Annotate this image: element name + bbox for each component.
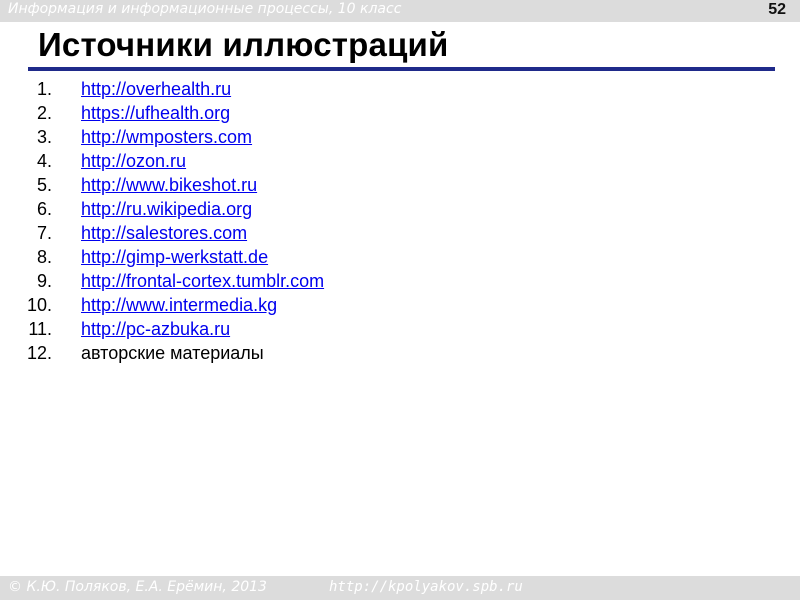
source-link[interactable]: http://wmposters.com (81, 125, 252, 149)
header-band: Информация и информационные процессы, 10… (0, 0, 800, 22)
list-item-number: 6. (36, 199, 52, 219)
list-item-number: 3. (36, 127, 52, 147)
source-text: авторские материалы (81, 343, 264, 363)
source-link[interactable]: http://salestores.com (81, 221, 247, 245)
footer-band: © К.Ю. Поляков, Е.А. Ерёмин, 2013 http:/… (0, 576, 800, 600)
title-underline (28, 67, 775, 71)
list-item-number: 12. (26, 343, 52, 363)
source-link[interactable]: http://gimp-werkstatt.de (81, 245, 268, 269)
page-number: 52 (768, 1, 786, 18)
footer-url[interactable]: http://kpolyakov.spb.ru (329, 579, 523, 595)
list-item-number: 7. (36, 223, 52, 243)
list-item-number: 8. (36, 247, 52, 267)
source-link[interactable]: http://www.bikeshot.ru (81, 173, 257, 197)
source-link[interactable]: http://ozon.ru (81, 149, 186, 173)
slide-title: Источники иллюстраций (38, 26, 449, 63)
list-item-number: 11. (28, 319, 52, 339)
list-item-number: 5. (36, 175, 52, 195)
source-link[interactable]: http://frontal-cortex.tumblr.com (81, 269, 324, 293)
list-item-number: 1. (36, 79, 52, 99)
list-item-number: 10. (26, 295, 52, 315)
source-link[interactable]: https://ufhealth.org (81, 101, 230, 125)
header-title: Информация и информационные процессы, 10… (8, 1, 402, 17)
list-item-number: 9. (36, 271, 52, 291)
source-link[interactable]: http://overhealth.ru (81, 77, 231, 101)
footer-author: © К.Ю. Поляков, Е.А. Ерёмин, 2013 (8, 579, 267, 595)
list-item-number: 4. (36, 151, 52, 171)
source-link[interactable]: http://www.intermedia.kg (81, 293, 277, 317)
list-item-number: 2. (36, 103, 52, 123)
source-link[interactable]: http://pc-azbuka.ru (81, 317, 230, 341)
source-link[interactable]: http://ru.wikipedia.org (81, 197, 252, 221)
